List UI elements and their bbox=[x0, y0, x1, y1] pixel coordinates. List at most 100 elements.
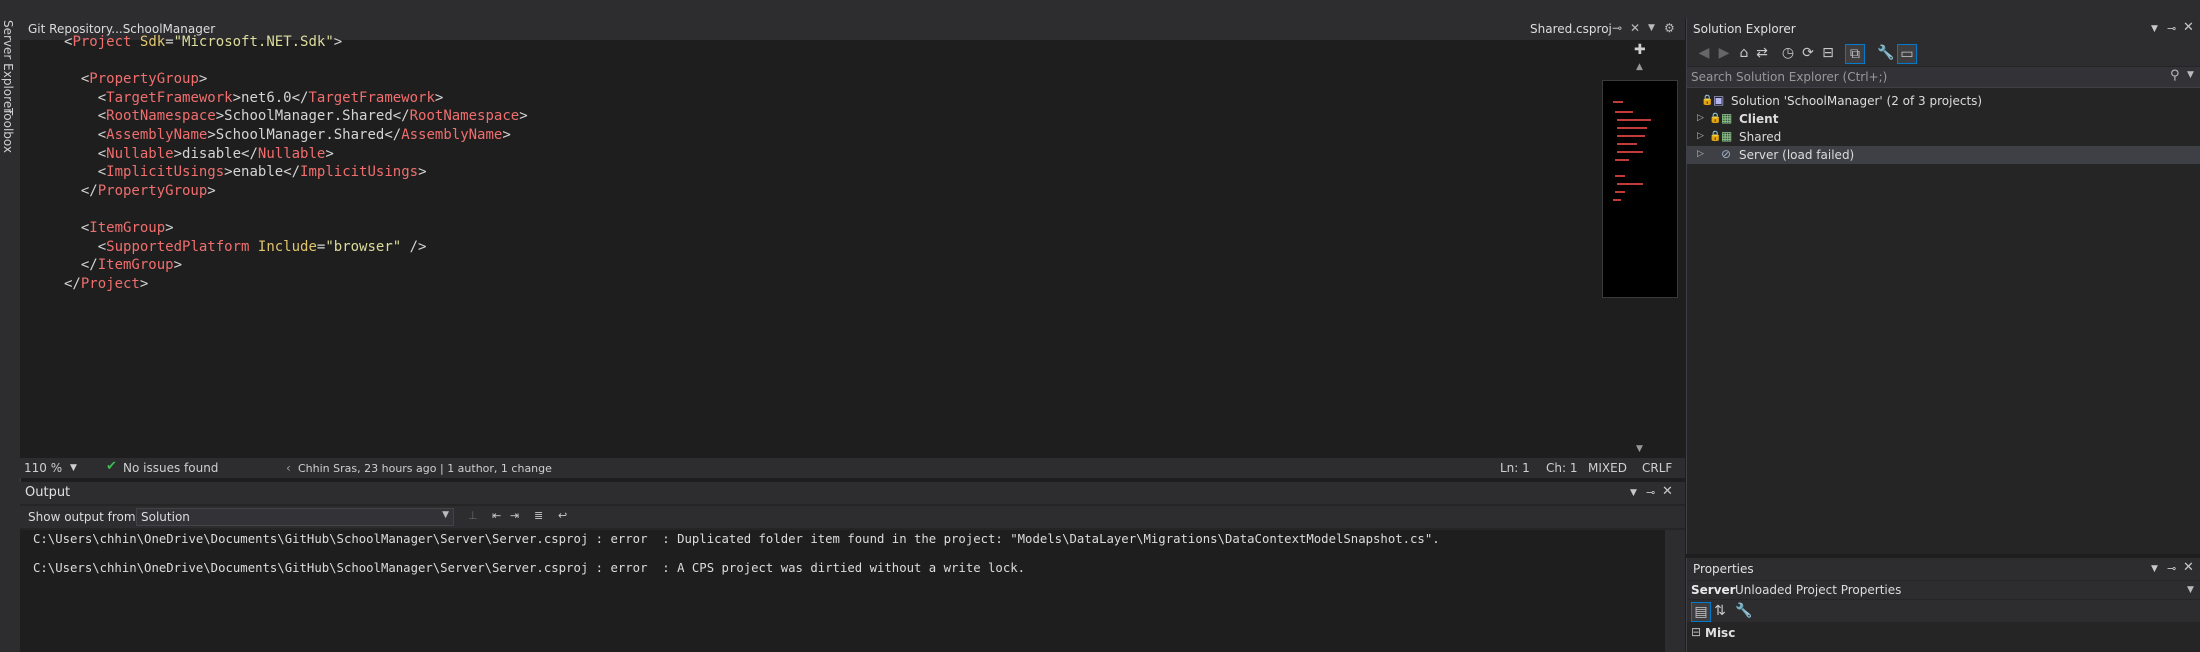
code-token-brk: > bbox=[215, 108, 225, 125]
code-token-brk: </ bbox=[64, 182, 98, 199]
code-token-tag: AssemblyName bbox=[106, 127, 208, 143]
server-explorer-tab[interactable]: Server Explorer bbox=[1, 20, 15, 113]
properties-category[interactable]: ⊟ Misc bbox=[1687, 624, 2200, 642]
output-dropdown-icon[interactable]: ▼ bbox=[1630, 488, 1637, 498]
git-blame-info[interactable]: Chhin Sras, 23 hours ago | 1 author, 1 c… bbox=[298, 462, 552, 475]
code-token-attr: Sdk bbox=[139, 34, 166, 50]
code-token-brk: </ bbox=[64, 257, 98, 274]
scroll-up-icon[interactable]: ▲ bbox=[1636, 62, 1643, 72]
home-icon[interactable]: ⌂ bbox=[1735, 44, 1753, 62]
code-line: <ItemGroup> bbox=[64, 220, 174, 239]
code-token-val: "Microsoft.NET.Sdk" bbox=[173, 34, 334, 50]
code-token-tag: ItemGroup bbox=[97, 257, 174, 274]
toolbox-tab[interactable]: Toolbox bbox=[1, 108, 15, 153]
editor-settings-gear-icon[interactable]: ⚙ bbox=[1664, 21, 1675, 35]
clear-all-icon[interactable]: ≣ bbox=[534, 509, 543, 522]
object-name: Server bbox=[1691, 583, 1736, 597]
output-pin-icon[interactable]: ⊸ bbox=[1646, 486, 1655, 499]
show-all-files-icon[interactable]: ⧉ bbox=[1845, 44, 1865, 64]
code-minimap[interactable] bbox=[1602, 80, 1678, 298]
code-editor[interactable]: <Project Sdk="Microsoft.NET.Sdk"> <Prope… bbox=[20, 34, 1600, 458]
output-panel: Output ▼ ⊸ ✕ Show output from: Solution … bbox=[20, 482, 1685, 652]
properties-header: Properties ▼ ⊸ ✕ bbox=[1687, 558, 2200, 580]
code-line: <RootNamespace>SchoolManager.Shared</Roo… bbox=[64, 108, 528, 127]
code-token-tag: Nullable bbox=[257, 145, 326, 162]
output-source-select[interactable]: Solution ▼ bbox=[136, 508, 454, 526]
code-token-brk: < bbox=[64, 89, 107, 106]
code-token-brk: </ bbox=[64, 275, 81, 292]
properties-toolbar: ▤ ⇅ 🔧 bbox=[1687, 600, 2200, 622]
search-options-dropdown-icon[interactable]: ▼ bbox=[2187, 70, 2194, 80]
pending-changes-filter-icon[interactable]: ◷ bbox=[1779, 44, 1797, 62]
collapse-all-icon[interactable]: ⊟ bbox=[1819, 44, 1837, 62]
expand-chevron-icon[interactable]: ▷ bbox=[1697, 149, 1704, 159]
code-token-brk: < bbox=[64, 108, 107, 125]
code-token-brk: > bbox=[333, 34, 343, 50]
next-message-icon[interactable]: ⇥ bbox=[510, 509, 519, 522]
solution-icon: ▣ bbox=[1713, 93, 1725, 107]
code-token-brk: > bbox=[173, 257, 183, 274]
collapse-category-icon[interactable]: ⊟ bbox=[1691, 625, 1701, 639]
code-token-tag: Nullable bbox=[106, 145, 174, 162]
back-icon[interactable]: ◀ bbox=[1695, 44, 1713, 62]
chevron-down-icon: ▼ bbox=[442, 510, 449, 520]
code-token-tag: Project bbox=[80, 275, 140, 292]
code-token-brk: < bbox=[64, 238, 107, 255]
left-tool-strip: Server Explorer Toolbox bbox=[0, 18, 21, 652]
tree-item-project[interactable]: ▷ ⊘ Server (load failed) bbox=[1687, 146, 2200, 164]
line-ending[interactable]: CRLF bbox=[1642, 461, 1672, 475]
code-token-brk: = bbox=[165, 34, 174, 50]
word-wrap-icon[interactable]: ↩ bbox=[558, 509, 567, 522]
previous-message-icon[interactable]: ⇤ bbox=[492, 509, 501, 522]
switch-views-icon[interactable]: ⇄ bbox=[1753, 44, 1771, 62]
code-line: <Project Sdk="Microsoft.NET.Sdk"> bbox=[64, 34, 342, 53]
code-token-brk: </ bbox=[291, 89, 309, 106]
tree-item-project[interactable]: ▷ 🔒 ▦ Client bbox=[1687, 110, 2200, 128]
panel-close-icon[interactable]: ✕ bbox=[2183, 560, 2194, 575]
sync-icon[interactable]: ⟳ bbox=[1799, 44, 1817, 62]
code-line: <TargetFramework>net6.0</TargetFramework… bbox=[64, 89, 444, 109]
code-token-txt: disable bbox=[182, 145, 242, 162]
properties-object-selector[interactable]: Server Unloaded Project Properties ▼ bbox=[1687, 581, 2200, 599]
property-pages-wrench-icon[interactable]: 🔧 bbox=[1735, 602, 1753, 620]
preview-selected-icon[interactable]: ▭ bbox=[1897, 44, 1917, 64]
code-line: </PropertyGroup> bbox=[64, 183, 216, 202]
output-close-icon[interactable]: ✕ bbox=[1662, 484, 1673, 499]
categorized-icon[interactable]: ▤ bbox=[1691, 602, 1711, 622]
tab-shared-csproj[interactable]: Shared.csproj bbox=[1530, 22, 1612, 36]
expand-chevron-icon[interactable]: ▷ bbox=[1697, 131, 1704, 141]
code-token-brk: > bbox=[325, 145, 334, 162]
code-token-brk: > bbox=[232, 89, 242, 106]
whitespace-mode[interactable]: MIXED bbox=[1588, 461, 1627, 475]
panel-pin-icon[interactable]: ⊸ bbox=[2167, 562, 2176, 575]
output-scrollbar[interactable] bbox=[1665, 530, 1685, 652]
code-token-brk: > bbox=[198, 71, 208, 88]
panel-dropdown-icon[interactable]: ▼ bbox=[2151, 24, 2158, 34]
properties-wrench-icon[interactable]: 🔧 bbox=[1877, 44, 1895, 62]
panel-close-icon[interactable]: ✕ bbox=[2183, 20, 2194, 35]
forward-icon[interactable]: ▶ bbox=[1715, 44, 1733, 62]
zoom-dropdown-icon[interactable]: ▼ bbox=[70, 463, 77, 473]
pin-tab-icon[interactable]: ⊸ bbox=[1612, 21, 1622, 35]
issues-status[interactable]: No issues found bbox=[123, 461, 218, 475]
alphabetical-icon[interactable]: ⇅ bbox=[1711, 602, 1729, 620]
search-icon[interactable]: ⚲ bbox=[2170, 68, 2180, 83]
chevron-left-icon: ‹ bbox=[286, 461, 291, 475]
output-text[interactable]: C:\Users\chhin\OneDrive\Documents\GitHub… bbox=[20, 530, 1665, 652]
scroll-down-icon[interactable]: ▼ bbox=[1636, 444, 1643, 454]
split-editor-icon[interactable]: ✚ bbox=[1634, 42, 1646, 58]
tab-list-dropdown-icon[interactable]: ▼ bbox=[1648, 23, 1655, 33]
solution-search-input[interactable]: Search Solution Explorer (Ctrl+;) ⚲ ▼ bbox=[1687, 67, 2200, 88]
find-message-icon[interactable]: ⊥ bbox=[468, 509, 478, 522]
zoom-level[interactable]: 110 % bbox=[24, 461, 62, 475]
code-token-tag: Project bbox=[72, 34, 132, 50]
expand-chevron-icon[interactable]: ▷ bbox=[1697, 113, 1704, 123]
tree-item-solution[interactable]: 🔒 ▣ Solution 'SchoolManager' (2 of 3 pro… bbox=[1687, 92, 2200, 110]
code-line: <SupportedPlatform Include="browser" /> bbox=[64, 239, 427, 258]
panel-pin-icon[interactable]: ⊸ bbox=[2167, 22, 2176, 35]
close-tab-icon[interactable]: ✕ bbox=[1630, 21, 1640, 35]
panel-dropdown-icon[interactable]: ▼ bbox=[2151, 564, 2158, 574]
code-token-brk: > bbox=[173, 145, 183, 162]
tree-item-project[interactable]: ▷ 🔒 ▦ Shared bbox=[1687, 128, 2200, 146]
output-header: Output ▼ ⊸ ✕ bbox=[20, 482, 1685, 504]
